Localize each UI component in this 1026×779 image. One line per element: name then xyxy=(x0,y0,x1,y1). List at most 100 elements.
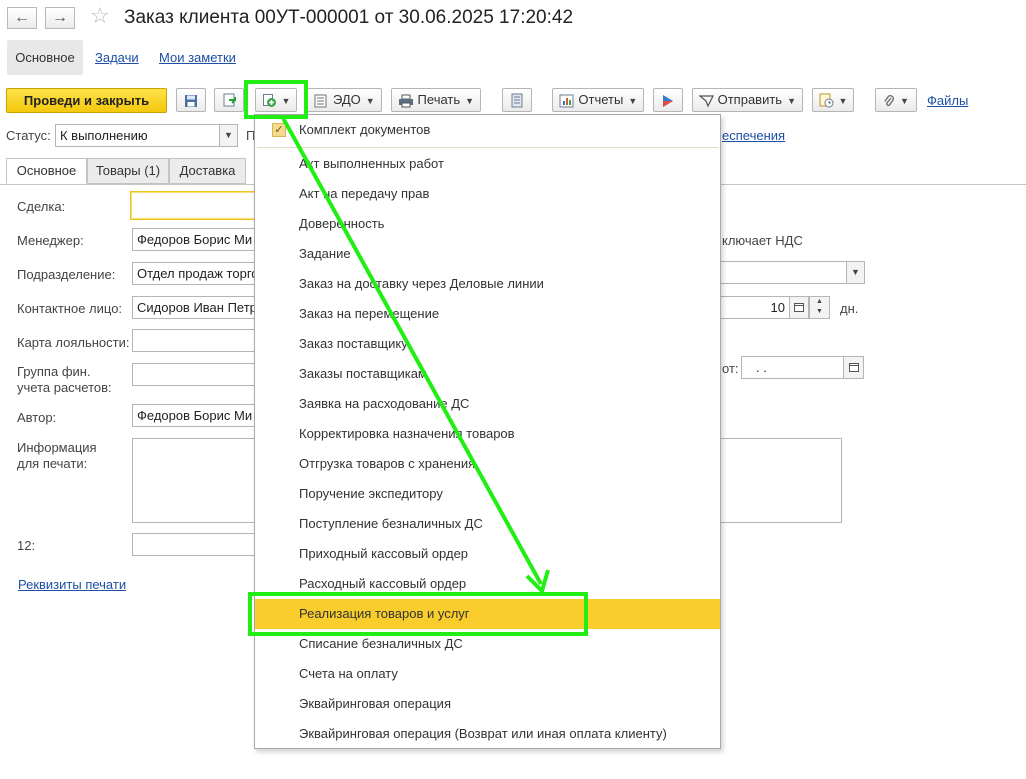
menu-item[interactable]: Акт на передачу прав xyxy=(255,179,720,209)
print-details-link[interactable]: Реквизиты печати xyxy=(18,577,126,592)
chevron-down-icon: ▼ xyxy=(465,96,475,106)
save-button[interactable] xyxy=(176,88,206,112)
menu-item[interactable]: Заказ на перемещение xyxy=(255,299,720,329)
arrow-left-icon: ← xyxy=(14,9,30,26)
calendar-button[interactable] xyxy=(789,296,809,319)
menu-item[interactable]: Задание xyxy=(255,239,720,269)
menu-item[interactable]: Поручение экспедитору xyxy=(255,479,720,509)
attach-file-button[interactable]: ▼ xyxy=(875,88,917,112)
days-input[interactable]: 10 xyxy=(718,296,790,319)
chevron-down-icon: ▼ xyxy=(900,96,909,106)
menu-item-document-set[interactable]: ✓ Комплект документов xyxy=(255,115,720,145)
save-icon xyxy=(185,94,197,107)
files-link[interactable]: Файлы xyxy=(927,93,968,108)
send-button[interactable]: Отправить ▼ xyxy=(692,88,803,112)
menu-item[interactable]: Приходный кассовый ордер xyxy=(255,539,720,569)
date-calendar-button[interactable] xyxy=(843,356,864,379)
play-button[interactable] xyxy=(653,88,683,112)
tab-delivery[interactable]: Доставка xyxy=(169,158,246,184)
field-12-input[interactable] xyxy=(132,533,262,556)
journal-button[interactable] xyxy=(502,88,532,112)
menu-item[interactable]: Эквайринговая операция xyxy=(255,689,720,719)
menu-item[interactable]: Корректировка назначения товаров xyxy=(255,419,720,449)
print-info-label-2: для печати: xyxy=(17,456,88,471)
menu-item[interactable]: Заявка на расходование ДС xyxy=(255,389,720,419)
status-label: Статус: xyxy=(6,128,51,143)
chevron-down-icon: ▼ xyxy=(628,96,638,106)
deal-label: Сделка: xyxy=(17,199,66,214)
status-select[interactable]: К выполнению xyxy=(55,124,221,147)
list-document-icon xyxy=(511,93,523,108)
post-button[interactable] xyxy=(214,88,244,112)
tab-main[interactable]: Основное xyxy=(6,158,87,184)
right-textarea[interactable] xyxy=(718,438,842,523)
date-from-label: от: xyxy=(722,361,739,376)
reports-button[interactable]: Отчеты ▼ xyxy=(552,88,644,112)
print-info-label-1: Информация xyxy=(17,440,97,455)
division-input[interactable]: Отдел продаж торго xyxy=(132,262,262,285)
print-label: Печать xyxy=(417,92,461,107)
post-and-close-label: Проведи и закрыть xyxy=(23,93,150,108)
edo-label: ЭДО xyxy=(332,92,361,107)
page-title: Заказ клиента 00УТ-000001 от 30.06.2025 … xyxy=(124,7,574,28)
favorite-star-icon[interactable]: ☆ xyxy=(90,4,110,28)
edo-icon xyxy=(314,94,327,108)
send-icon xyxy=(698,94,714,108)
back-button[interactable]: ← xyxy=(7,7,37,29)
date-from-input[interactable]: . . xyxy=(741,356,844,379)
right-select-input[interactable] xyxy=(718,261,848,284)
fin-group-label-2: учета расчетов: xyxy=(17,380,112,395)
chevron-down-icon: ▼ xyxy=(365,96,375,106)
days-unit: дн. xyxy=(840,301,859,316)
edo-button[interactable]: ЭДО ▼ xyxy=(306,88,382,112)
reports-label: Отчеты xyxy=(578,92,624,107)
chevron-down-icon: ▼ xyxy=(224,130,233,140)
annotation-box-item xyxy=(248,592,588,636)
fin-group-label-1: Группа фин. xyxy=(17,364,91,379)
print-info-textarea[interactable] xyxy=(132,438,262,523)
stepper-up-icon: ▲ xyxy=(816,298,823,305)
division-label: Подразделение: xyxy=(17,267,116,282)
form-tab-tasks[interactable]: Задачи xyxy=(95,50,139,65)
print-button[interactable]: Печать ▼ xyxy=(391,88,481,112)
menu-item[interactable]: Отгрузка товаров с хранения xyxy=(255,449,720,479)
days-stepper[interactable]: ▲ ▼ xyxy=(809,296,830,319)
contact-input[interactable]: Сидоров Иван Петр xyxy=(132,296,262,319)
field-12-label: 12: xyxy=(17,538,36,553)
menu-item[interactable]: Эквайринговая операция (Возврат или иная… xyxy=(255,719,720,749)
annotation-box-button xyxy=(244,80,308,119)
author-input[interactable]: Федоров Борис Ми xyxy=(132,404,262,427)
status-dropdown-button[interactable]: ▼ xyxy=(219,124,238,147)
loyalty-input[interactable] xyxy=(132,329,262,352)
stepper-down-icon: ▼ xyxy=(816,308,823,315)
forward-button[interactable]: → xyxy=(45,7,75,29)
fin-group-input[interactable] xyxy=(132,363,262,386)
document-clock-icon xyxy=(819,93,834,108)
calendar-icon xyxy=(794,303,804,312)
menu-item[interactable]: Поступление безналичных ДС xyxy=(255,509,720,539)
menu-item[interactable]: Заказы поставщикам xyxy=(255,359,720,389)
form-tab-notes[interactable]: Мои заметки xyxy=(159,50,236,65)
arrow-right-icon: → xyxy=(52,9,68,26)
post-and-close-button[interactable]: Проведи и закрыть xyxy=(6,88,167,113)
author-label: Автор: xyxy=(17,410,57,425)
post-document-icon xyxy=(223,93,236,107)
menu-item[interactable]: Заказ поставщику xyxy=(255,329,720,359)
form-tab-main[interactable]: Основное xyxy=(7,40,83,75)
menu-item[interactable]: Счета на оплату xyxy=(255,659,720,689)
menu-item[interactable]: Акт выполненных работ xyxy=(255,149,720,179)
tab-goods[interactable]: Товары (1) xyxy=(87,158,169,184)
attachments-button[interactable]: ▼ xyxy=(812,88,854,112)
manager-input[interactable]: Федоров Борис Ми xyxy=(132,228,262,251)
vat-text: ключает НДС xyxy=(722,233,803,248)
checkbox-icon[interactable]: ✓ xyxy=(272,123,286,137)
provision-link[interactable]: еспечения xyxy=(722,128,785,143)
calendar-icon xyxy=(848,363,859,372)
paperclip-icon xyxy=(884,94,894,106)
chevron-down-icon: ▼ xyxy=(787,96,796,106)
right-select-dropdown[interactable]: ▼ xyxy=(846,261,865,284)
menu-item[interactable]: Доверенность xyxy=(255,209,720,239)
contact-label: Контактное лицо: xyxy=(17,301,123,316)
menu-item[interactable]: Заказ на доставку через Деловые линии xyxy=(255,269,720,299)
deal-input[interactable] xyxy=(130,191,270,220)
